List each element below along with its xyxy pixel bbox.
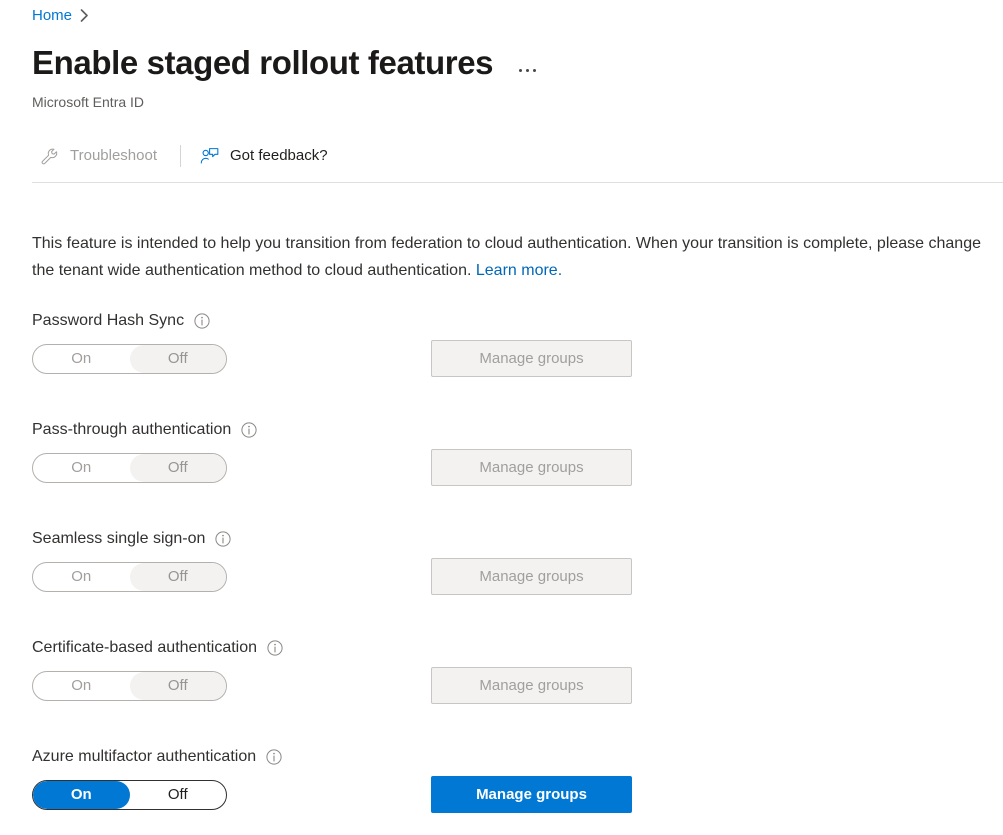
- toggle-option-on[interactable]: On: [33, 454, 130, 482]
- info-icon[interactable]: [194, 313, 210, 329]
- command-bar: Troubleshoot Got feedback?: [32, 136, 340, 176]
- feature-row: Pass-through authentication On Off Manag…: [32, 419, 732, 528]
- chevron-right-icon: [80, 9, 89, 24]
- feature-row: Certificate-based authentication On Off …: [32, 637, 732, 746]
- feature-label: Pass-through authentication: [32, 419, 231, 441]
- info-icon[interactable]: [266, 749, 282, 765]
- feature-label: Seamless single sign-on: [32, 528, 205, 550]
- got-feedback-label: Got feedback?: [230, 146, 328, 166]
- feature-row: Seamless single sign-on On Off Manage gr…: [32, 528, 732, 637]
- ellipsis-dot: [526, 69, 529, 72]
- feature-toggle[interactable]: On Off: [32, 780, 227, 810]
- feature-header: Seamless single sign-on: [32, 528, 732, 550]
- manage-groups-button[interactable]: Manage groups: [431, 449, 632, 486]
- feature-toggle[interactable]: On Off: [32, 344, 227, 374]
- toggle-option-off[interactable]: Off: [130, 781, 227, 809]
- toggle-option-on[interactable]: On: [33, 781, 130, 809]
- manage-groups-button[interactable]: Manage groups: [431, 558, 632, 595]
- breadcrumb: Home: [32, 6, 89, 26]
- feature-label: Certificate-based authentication: [32, 637, 257, 659]
- feature-toggle[interactable]: On Off: [32, 562, 227, 592]
- info-icon[interactable]: [241, 422, 257, 438]
- feature-row: Password Hash Sync On Off Manage groups: [32, 310, 732, 419]
- staged-rollout-page: Home Enable staged rollout features Micr…: [0, 0, 1003, 835]
- ellipsis-icon[interactable]: [515, 63, 540, 78]
- manage-groups-button[interactable]: Manage groups: [431, 340, 632, 377]
- feature-label: Password Hash Sync: [32, 310, 184, 332]
- feedback-person-icon: [200, 147, 219, 166]
- feature-toggle[interactable]: On Off: [32, 453, 227, 483]
- toggle-option-on[interactable]: On: [33, 563, 130, 591]
- page-title-row: Enable staged rollout features: [32, 42, 540, 84]
- wrench-icon: [40, 147, 59, 166]
- got-feedback-button[interactable]: Got feedback?: [192, 136, 340, 176]
- command-bar-divider: [180, 145, 181, 167]
- page-subtitle: Microsoft Entra ID: [32, 92, 144, 112]
- learn-more-link[interactable]: Learn more.: [476, 262, 562, 279]
- feature-toggle[interactable]: On Off: [32, 671, 227, 701]
- toggle-option-on[interactable]: On: [33, 345, 130, 373]
- ellipsis-dot: [533, 69, 536, 72]
- manage-groups-button[interactable]: Manage groups: [431, 776, 632, 813]
- intro-paragraph: This feature is intended to help you tra…: [32, 230, 984, 284]
- breadcrumb-item-home[interactable]: Home: [32, 6, 72, 26]
- toggle-option-off[interactable]: Off: [130, 454, 227, 482]
- feature-label: Azure multifactor authentication: [32, 746, 256, 768]
- toggle-option-on[interactable]: On: [33, 672, 130, 700]
- feature-list: Password Hash Sync On Off Manage groups …: [32, 310, 732, 835]
- info-icon[interactable]: [267, 640, 283, 656]
- toggle-option-off[interactable]: Off: [130, 672, 227, 700]
- page-title: Enable staged rollout features: [32, 42, 493, 84]
- toggle-option-off[interactable]: Off: [130, 345, 227, 373]
- feature-header: Pass-through authentication: [32, 419, 732, 441]
- info-icon[interactable]: [215, 531, 231, 547]
- toggle-option-off[interactable]: Off: [130, 563, 227, 591]
- manage-groups-button[interactable]: Manage groups: [431, 667, 632, 704]
- feature-row: Azure multifactor authentication On Off …: [32, 746, 732, 835]
- feature-header: Password Hash Sync: [32, 310, 732, 332]
- ellipsis-dot: [519, 69, 522, 72]
- troubleshoot-label: Troubleshoot: [70, 146, 157, 166]
- feature-header: Certificate-based authentication: [32, 637, 732, 659]
- feature-header: Azure multifactor authentication: [32, 746, 732, 768]
- troubleshoot-button[interactable]: Troubleshoot: [32, 136, 169, 176]
- command-bar-separator-line: [32, 182, 1003, 183]
